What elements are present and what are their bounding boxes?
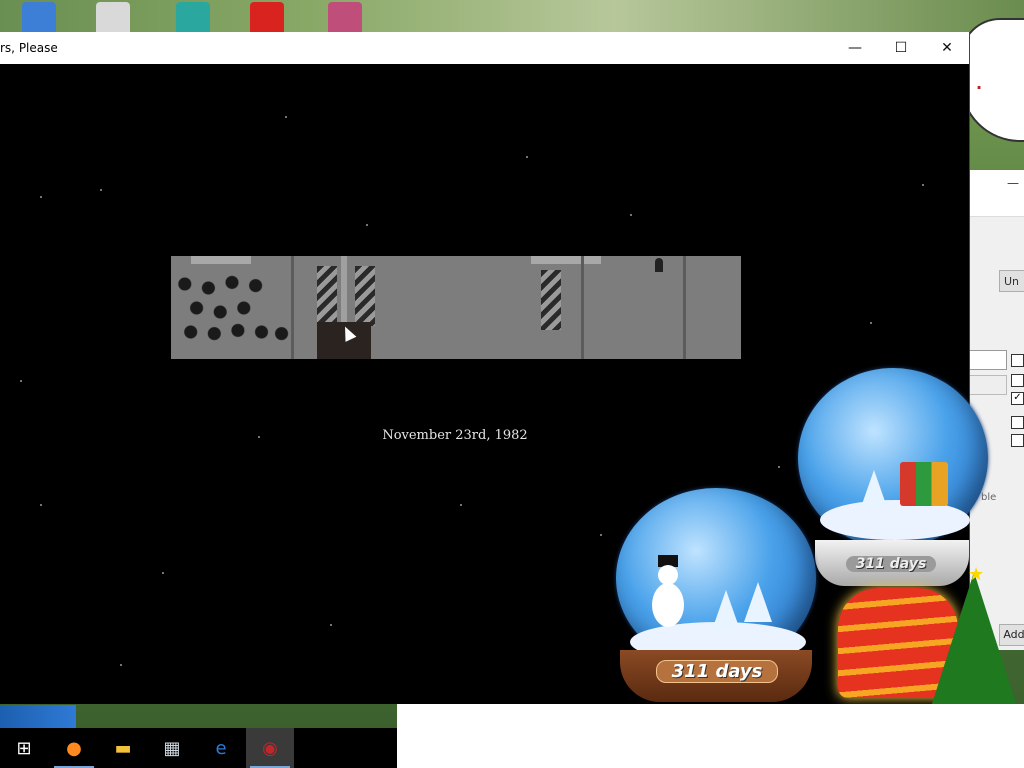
taskbar-file-explorer[interactable]: ▬ <box>99 728 147 768</box>
background-window-checkbox-3[interactable]: ✓ <box>1011 392 1024 405</box>
background-window-dropdown-disabled <box>969 375 1007 395</box>
star <box>40 196 42 198</box>
background-window-checkbox-4[interactable] <box>1011 416 1024 429</box>
star <box>100 189 102 191</box>
tree-star-icon: ★ <box>968 564 985 585</box>
barrier-stripes <box>355 266 375 326</box>
snow-tree-icon <box>860 470 888 510</box>
close-button[interactable]: ✕ <box>924 32 970 64</box>
barrier-stripes <box>541 270 561 330</box>
taskbar: ⊞ ● ▬ ▦ e ◉ <box>0 728 397 768</box>
background-window-checkbox-2[interactable] <box>1011 374 1024 387</box>
star <box>162 572 164 574</box>
background-window-button[interactable]: Un <box>999 270 1024 292</box>
days-counter-label: 311 days <box>656 660 778 683</box>
window-title: rs, Please <box>0 41 58 55</box>
taskbar-photos[interactable]: ▦ <box>148 728 196 768</box>
checkpoint-roof <box>191 256 251 264</box>
background-window-minimize-icon[interactable]: — <box>1007 176 1019 190</box>
snow-tree-icon <box>744 582 772 622</box>
star <box>20 380 22 382</box>
folder-icon: ▬ <box>114 737 132 759</box>
checkpoint-wall <box>581 256 584 359</box>
game-date: November 23rd, 1982 <box>382 428 528 443</box>
star <box>366 224 368 226</box>
edge-icon: e <box>215 737 227 759</box>
star <box>120 664 122 666</box>
papers-please-icon: ◉ <box>262 737 278 759</box>
background-window-label: ble <box>981 492 997 503</box>
star <box>526 156 528 158</box>
background-window-checkbox-1[interactable] <box>1011 354 1024 367</box>
star <box>40 504 42 506</box>
star <box>600 534 602 536</box>
background-window-checkbox-5[interactable] <box>1011 434 1024 447</box>
photos-icon: ▦ <box>163 737 181 759</box>
star <box>922 184 924 186</box>
bubble-mark: · <box>976 78 983 97</box>
star <box>460 504 462 506</box>
desktop-icon-app-1[interactable] <box>22 2 56 36</box>
snowman-icon <box>650 555 684 635</box>
star <box>630 214 632 216</box>
maximize-button[interactable]: ☐ <box>878 32 924 64</box>
firefox-icon: ● <box>66 737 82 759</box>
snowman-body <box>652 583 684 627</box>
background-window-titlebar: — <box>969 170 1024 217</box>
gift-boxes-icon <box>900 462 948 506</box>
checkpoint-wall <box>291 256 294 359</box>
snow-globe-snow <box>820 500 970 540</box>
taskbar-firefox[interactable]: ● <box>50 728 98 768</box>
taskbar-papers-please[interactable]: ◉ <box>246 728 294 768</box>
border-guard <box>655 258 663 272</box>
checkpoint-roof <box>531 256 601 264</box>
window-titlebar[interactable]: rs, Please — ☐ ✕ <box>0 32 969 65</box>
desktop-icon-mcdonalds[interactable] <box>250 2 284 36</box>
desktop-strip <box>0 705 76 728</box>
game-window: rs, Please — ☐ ✕ November 23rd, 1982 <box>0 32 970 704</box>
star <box>285 116 287 118</box>
desktop-white-area <box>397 704 1024 768</box>
checkpoint-gate-pole <box>341 256 347 322</box>
barrier-stripes <box>317 266 337 326</box>
checkpoint-wall <box>683 256 686 359</box>
star <box>330 624 332 626</box>
border-checkpoint-scene[interactable] <box>171 256 741 359</box>
taskbar-edge[interactable]: e <box>197 728 245 768</box>
star <box>870 322 872 324</box>
star <box>778 466 780 468</box>
christmas-tree-icon <box>930 572 1018 710</box>
start-button[interactable]: ⊞ <box>0 728 48 768</box>
windows-icon: ⊞ <box>16 737 32 759</box>
snowman-head <box>658 565 678 585</box>
desktop-icon-app-3[interactable] <box>176 2 210 36</box>
background-window-dropdown[interactable] <box>969 350 1007 370</box>
waiting-crowd <box>173 268 291 348</box>
minimize-button[interactable]: — <box>832 32 878 64</box>
game-canvas[interactable]: November 23rd, 1982 <box>0 64 969 704</box>
days-counter-label: 311 days <box>846 556 936 572</box>
snow-tree-icon <box>712 590 740 630</box>
desktop-icon-app-5[interactable] <box>328 2 362 36</box>
desktop-icon-app-2[interactable] <box>96 2 130 36</box>
